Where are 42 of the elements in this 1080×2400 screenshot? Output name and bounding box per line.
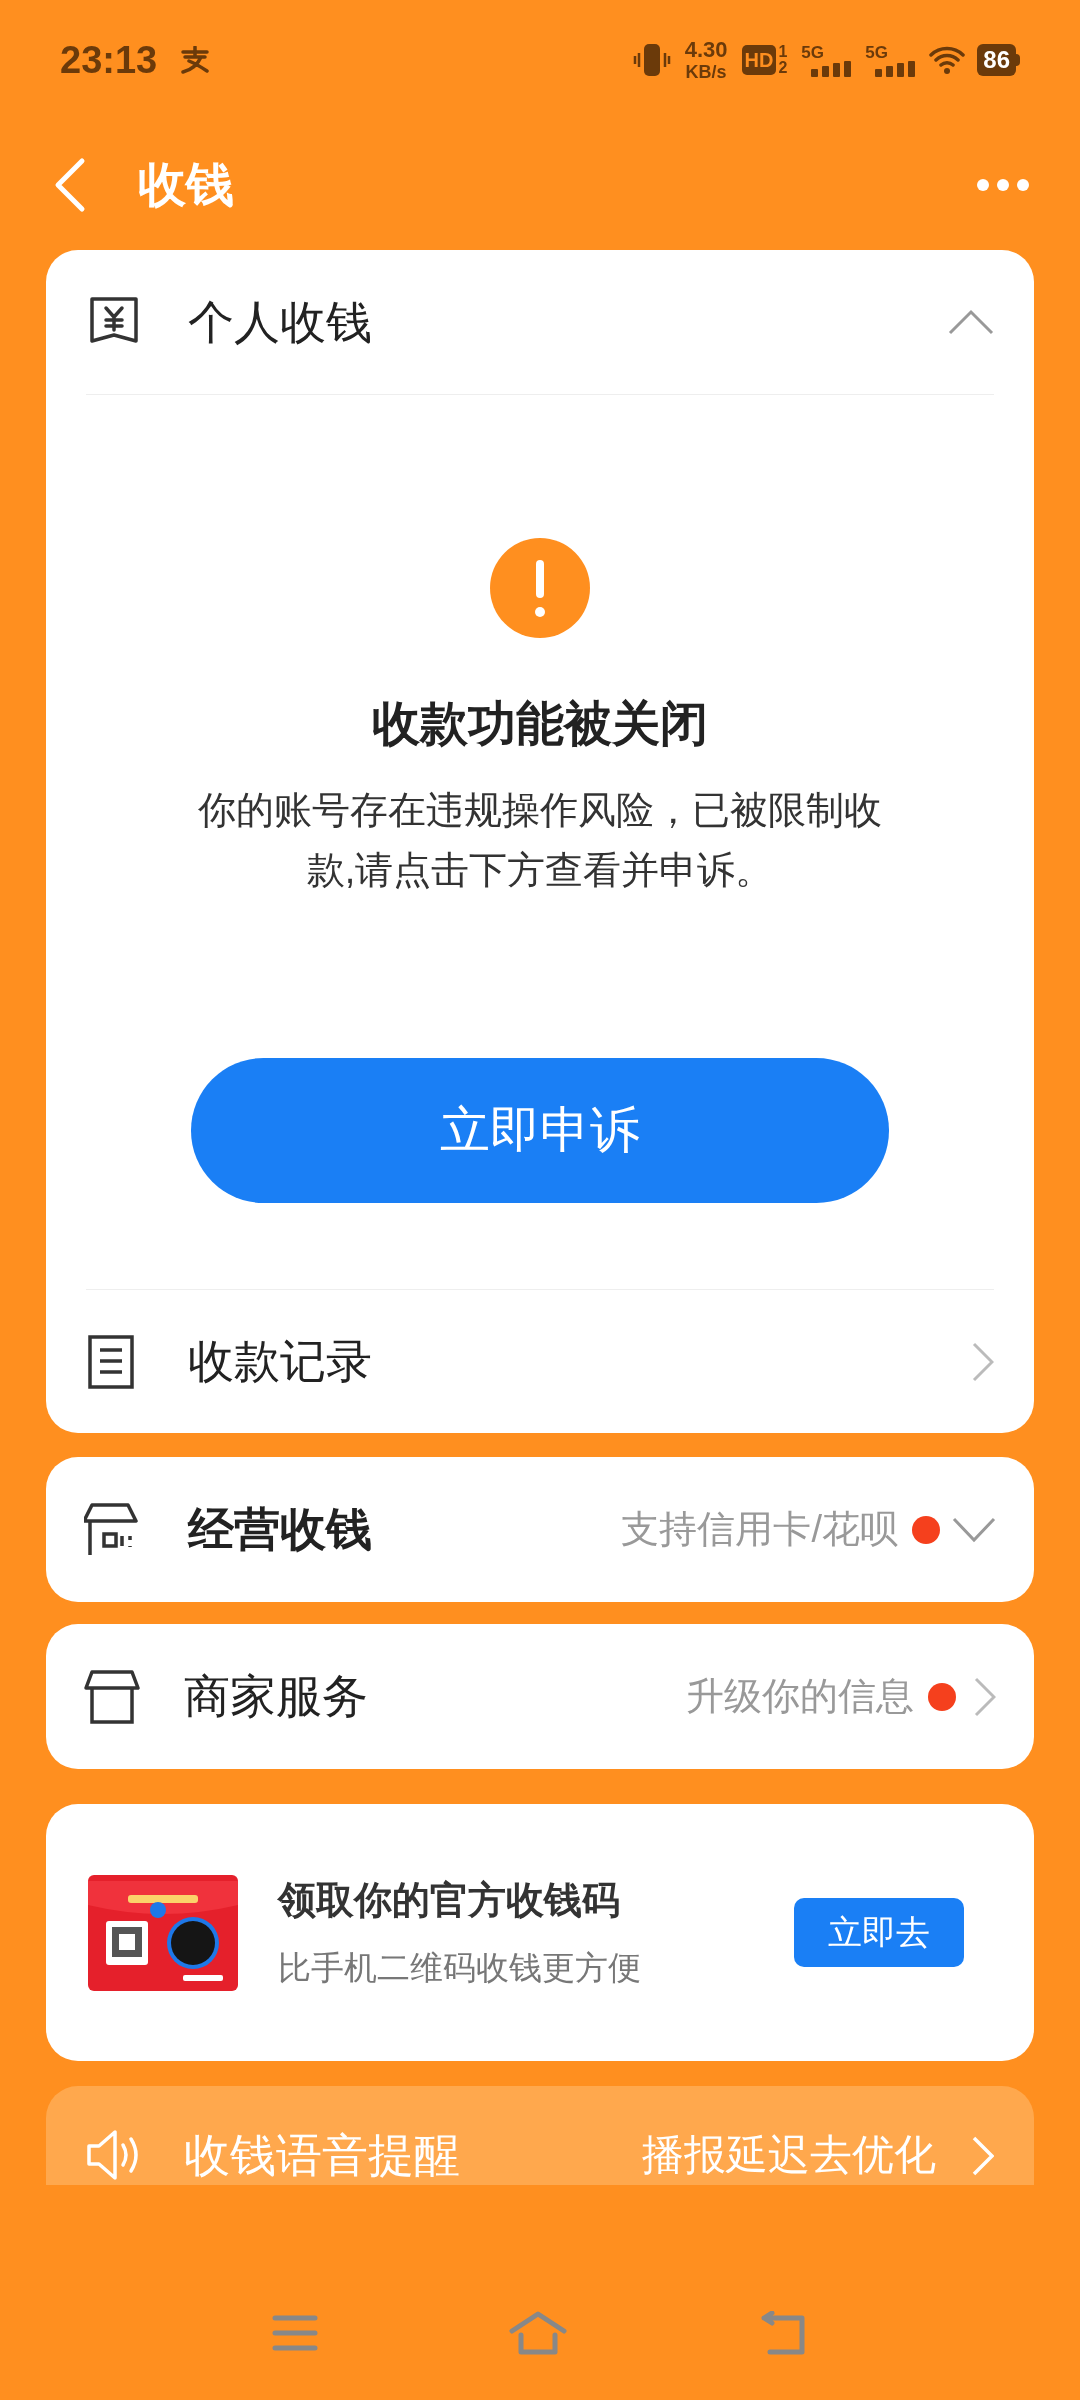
chevron-right-icon[interactable] xyxy=(972,1341,994,1382)
wifi-icon xyxy=(929,45,966,75)
service-row[interactable]: 经营收钱 支持信用卡/花呗 xyxy=(46,1457,1034,1602)
network-type: 5G xyxy=(865,43,889,61)
row-hint: 播报延迟去优化 xyxy=(642,2130,936,2180)
row-hint: 升级你的信息 xyxy=(686,1674,914,1719)
sim-slot-number: 1 xyxy=(778,44,788,60)
battery-level: 86 xyxy=(977,44,1016,76)
promo-title: 领取你的官方收钱码 xyxy=(278,1878,621,1924)
row-hint: 支持信用卡/花呗 xyxy=(621,1507,898,1552)
hd-badge: HD xyxy=(741,45,777,75)
signal-icon xyxy=(875,60,916,77)
back-nav-icon[interactable] xyxy=(758,2310,808,2355)
record-row[interactable]: 收款记录 xyxy=(188,1327,372,1396)
service-row[interactable]: 商家服务 升级你的信息 xyxy=(46,1624,1034,1769)
warning-icon xyxy=(490,538,590,638)
chevron-icon[interactable] xyxy=(948,309,994,335)
menu-icon[interactable] xyxy=(272,2313,318,2352)
section-title: 个人收钱 xyxy=(188,294,372,350)
document-icon xyxy=(86,1333,136,1390)
notice-message: 你的账号存在违规操作风险，已被限制收款,请点击下方查看并申诉。 xyxy=(197,788,883,893)
shop-icon xyxy=(84,1668,140,1725)
vibrate-icon xyxy=(632,43,671,77)
payment-app-icon xyxy=(179,46,212,74)
chevron-right-icon[interactable] xyxy=(974,1676,996,1717)
promo-subtitle: 比手机二维码收钱更方便 xyxy=(278,1948,642,1989)
chevron-icon[interactable] xyxy=(952,1516,996,1543)
row-title: 收钱语音提醒 xyxy=(184,2128,460,2182)
signal-icon xyxy=(811,60,852,77)
page-title: 收钱 xyxy=(138,157,234,213)
notice-title: 收款功能被关闭 xyxy=(372,696,708,752)
sim-slot-number: 2 xyxy=(778,60,788,76)
appeal-button[interactable]: 立即申诉 xyxy=(191,1058,889,1203)
row-title: 经营收钱 xyxy=(188,1502,372,1557)
more-icon[interactable] xyxy=(976,178,1030,192)
speed-unit: KB/s xyxy=(685,63,727,81)
network-type: 5G xyxy=(801,43,825,61)
network-speed: 4.30 xyxy=(684,39,728,61)
clock: 23:13 xyxy=(60,37,158,83)
home-icon[interactable] xyxy=(508,2310,568,2355)
go-button[interactable]: 立即去 xyxy=(794,1898,964,1967)
row-title: 商家服务 xyxy=(184,1669,368,1724)
